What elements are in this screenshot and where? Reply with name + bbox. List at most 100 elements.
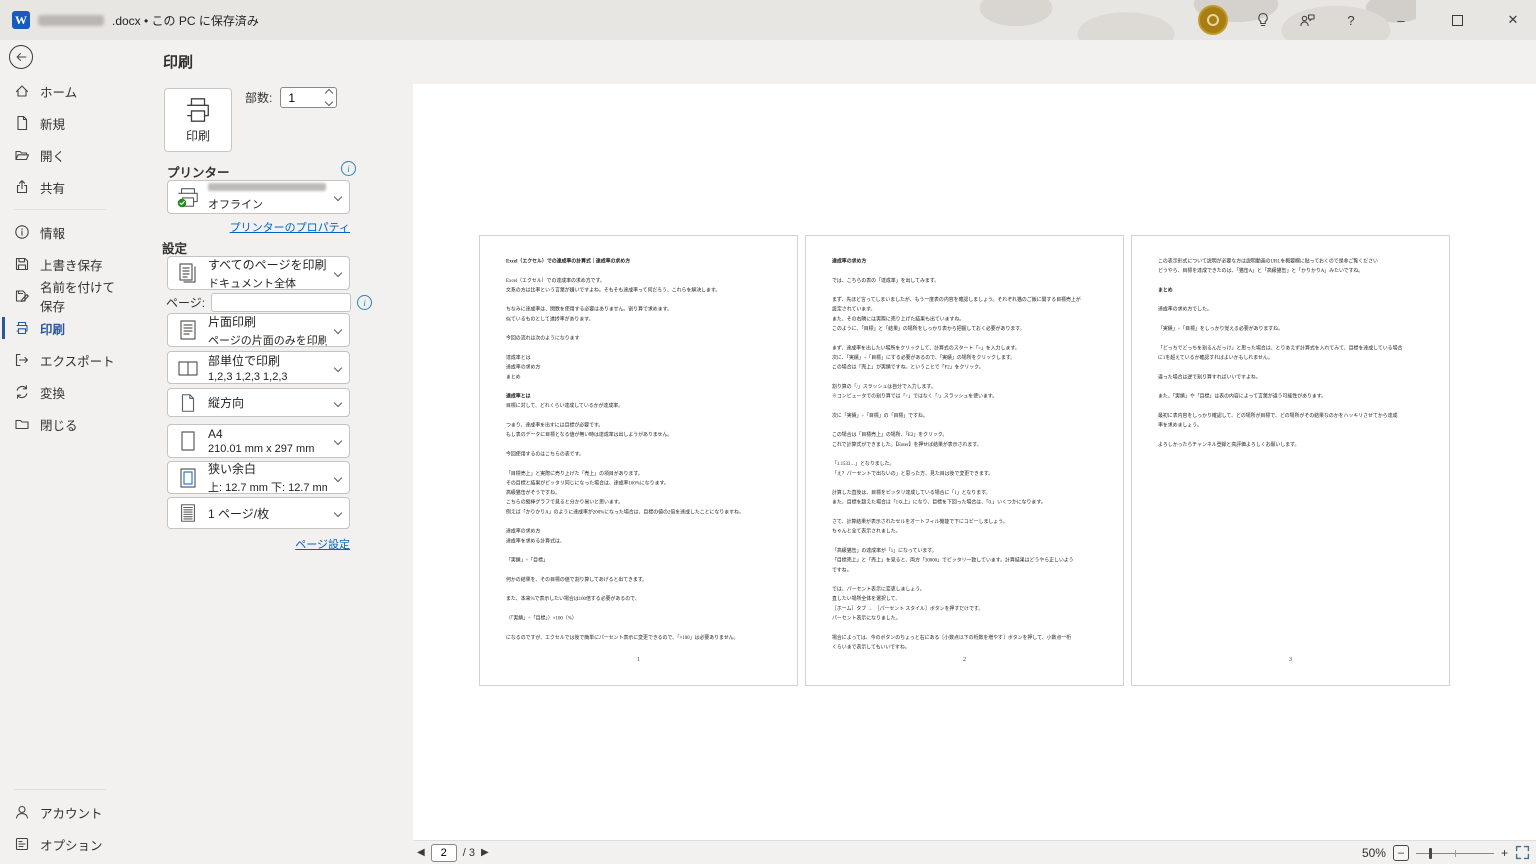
sidebar-item-home[interactable]: ホーム (0, 75, 120, 107)
copies-input[interactable] (281, 88, 322, 107)
doc-text-line: 「実績」÷「目標」 (506, 556, 782, 566)
settings-section-label: 設定 (162, 238, 187, 257)
zoom-to-page-icon[interactable] (1515, 845, 1530, 860)
sidebar-item-info[interactable]: 情報 (0, 216, 120, 248)
doc-text-line: まとめ (1158, 286, 1434, 296)
printer-info-icon[interactable]: i (341, 161, 356, 176)
info-icon (14, 224, 30, 240)
chevron-down-icon (334, 437, 342, 445)
doc-text-line (832, 624, 1108, 634)
page-setup-link[interactable]: ページ設定 (295, 539, 350, 551)
doc-text-line (506, 518, 782, 528)
duplex-dropdown[interactable]: 片面印刷 ページの片面のみを印刷します (167, 313, 350, 347)
sidebar-item-share[interactable]: 共有 (0, 171, 120, 203)
doc-text-line: 設定されています。 (832, 305, 1108, 315)
sidebar-item-open[interactable]: 開く (0, 139, 120, 171)
doc-text-line: もし表のデータに目標となる値が無い時は達成率は出しようがありません。 (506, 431, 782, 441)
sidebar-item-close[interactable]: 閉じる (0, 408, 120, 440)
sidebar-item-save[interactable]: 上書き保存 (0, 248, 120, 280)
pages-per-sheet-dropdown[interactable]: 1 ページ/枚 (167, 497, 350, 529)
stepper-down-icon[interactable] (325, 98, 333, 106)
doc-text-line: 「目標売上」と実際に売り上げた「売上」の項目があります。 (506, 469, 782, 479)
sidebar-item-account[interactable]: アカウント (0, 796, 120, 828)
page-number: 2 (806, 657, 1123, 663)
zoom-in-button[interactable]: + (1501, 846, 1508, 860)
doc-text-line: 今回使用するのはこちらの表です。 (506, 450, 782, 460)
margins-dropdown[interactable]: 狭い余白 上: 12.7 mm 下: 12.7 mm… (167, 461, 350, 494)
doc-text-line: 場合によっては、今のボタンのちょっと右にある［小数点以下の桁数を増やす］ボタンを… (832, 633, 1108, 643)
print-button[interactable]: 印刷 (164, 88, 232, 152)
orientation-dropdown[interactable]: 縦方向 (167, 388, 350, 417)
copies-stepper[interactable] (280, 87, 337, 108)
document-title-suffix: .docx • この PC に保存済み (112, 12, 259, 29)
account-avatar[interactable] (1198, 5, 1228, 35)
doc-text-line (506, 624, 782, 634)
doc-text-line: 「え？パーセントで出ないの」と思った方、見た目は後で変更できます。 (832, 469, 1108, 479)
paper-size-dropdown[interactable]: A4 210.01 mm x 297 mm (167, 424, 350, 458)
chevron-down-icon (334, 509, 342, 517)
help-icon[interactable]: ? (1342, 11, 1360, 29)
sidebar-item-transform[interactable]: 変換 (0, 376, 120, 408)
doc-text-line: ※コンピュータでの割り算では「÷」ではなく「/」スラッシュを使います。 (832, 392, 1108, 402)
doc-text-line: 最初に表内容をしっかり確認して、どの場所が目標で、どの場所がその結果なのかをハッ… (1158, 411, 1434, 421)
preview-page-2: 達成率の求め方 では、こちらの表の「達成率」を出してみます。 まず、先ほど言って… (805, 235, 1124, 686)
zoom-out-button[interactable]: – (1393, 845, 1409, 861)
chevron-down-icon (334, 269, 342, 277)
zoom-slider[interactable] (1416, 846, 1494, 860)
zoom-slider-thumb[interactable] (1429, 848, 1432, 859)
sidebar-item-new[interactable]: 新規 (0, 107, 120, 139)
doc-text-line (506, 411, 782, 421)
sidebar-item-print[interactable]: 印刷 (0, 312, 120, 344)
sidebar-item-label: エクスポート (40, 351, 115, 370)
pages-info-icon[interactable]: i (357, 295, 372, 310)
dropdown-line1: A4 (208, 427, 327, 441)
preview-page-3: この表示形式について説明が必要な方は説明動画のURLを概要欄に貼っておくので是非… (1131, 235, 1450, 686)
doc-text-line: 高級猫缶がそうですね。 (506, 489, 782, 499)
doc-text-line: まず、達成率を出したい場所をクリックして、計算式のスタート「=」を入力します。 (832, 344, 1108, 354)
printer-dropdown[interactable]: オフライン (167, 180, 350, 214)
collation-dropdown[interactable]: 部単位で印刷 1,2,3 1,2,3 1,2,3 (167, 351, 350, 384)
close-button[interactable]: ✕ (1498, 0, 1528, 40)
doc-text-line: 達成率を求める計算式は、 (506, 537, 782, 547)
chevron-down-icon (334, 363, 342, 371)
minimize-button[interactable]: – (1386, 0, 1416, 40)
dropdown-line1: 部単位で印刷 (208, 352, 327, 369)
doc-text-line: 何かの結果を、その目標の値で割り算してあげると出てきます。 (506, 575, 782, 585)
sidebar-item-export[interactable]: エクスポート (0, 344, 120, 376)
chevron-down-icon (334, 398, 342, 406)
sidebar-item-label: 開く (40, 146, 65, 165)
doc-text-line (506, 440, 782, 450)
feedback-icon[interactable] (1298, 11, 1316, 29)
sidebar-item-label: オプション (40, 835, 103, 854)
doc-text-line: では、パーセント表示に変更しましょう。 (832, 585, 1108, 595)
sidebar-item-options[interactable]: オプション (0, 828, 120, 860)
dropdown-line2: ページの片面のみを印刷します (208, 332, 327, 348)
current-page-input[interactable] (431, 844, 457, 862)
print-preview-canvas[interactable]: Excel（エクセル）での達成率の計算式｜達成率の求め方 Excel（エクセル）… (413, 84, 1536, 840)
lightbulb-icon[interactable] (1254, 11, 1272, 29)
doc-text-line (1158, 402, 1434, 412)
doc-text-line (832, 421, 1108, 431)
previous-page-button[interactable]: ◀ (417, 848, 425, 858)
pages-range-input[interactable] (211, 293, 351, 312)
doc-text-line (506, 382, 782, 392)
chevron-down-icon (334, 193, 342, 201)
maximize-button[interactable] (1442, 0, 1472, 40)
dropdown-line1: 片面印刷 (208, 313, 327, 330)
doc-text-line (832, 402, 1108, 412)
doc-text-line: 「1.1533…」となりました。 (832, 460, 1108, 470)
next-page-button[interactable]: ▶ (481, 848, 489, 858)
doc-text-line: このように、「目標」と「結果」の場所をしっかり表から把握しておく必要があります。 (832, 325, 1108, 335)
print-range-dropdown[interactable]: すべてのページを印刷 ドキュメント全体 (167, 256, 350, 290)
stepper-up-icon[interactable] (325, 89, 333, 97)
printer-properties-link[interactable]: プリンターのプロパティ (230, 222, 350, 234)
word-app-icon: W (12, 11, 30, 29)
doc-text-line (832, 450, 1108, 460)
page-number: 3 (1132, 657, 1449, 663)
doc-text-line (832, 334, 1108, 344)
preview-statusbar: ◀ / 3 ▶ 50% – + (413, 840, 1536, 864)
back-button[interactable] (9, 45, 33, 69)
sidebar-item-save-as[interactable]: 名前を付けて保存 (0, 280, 120, 312)
dropdown-line1: 縦方向 (208, 394, 327, 411)
sidebar-item-label: 新規 (40, 114, 65, 133)
